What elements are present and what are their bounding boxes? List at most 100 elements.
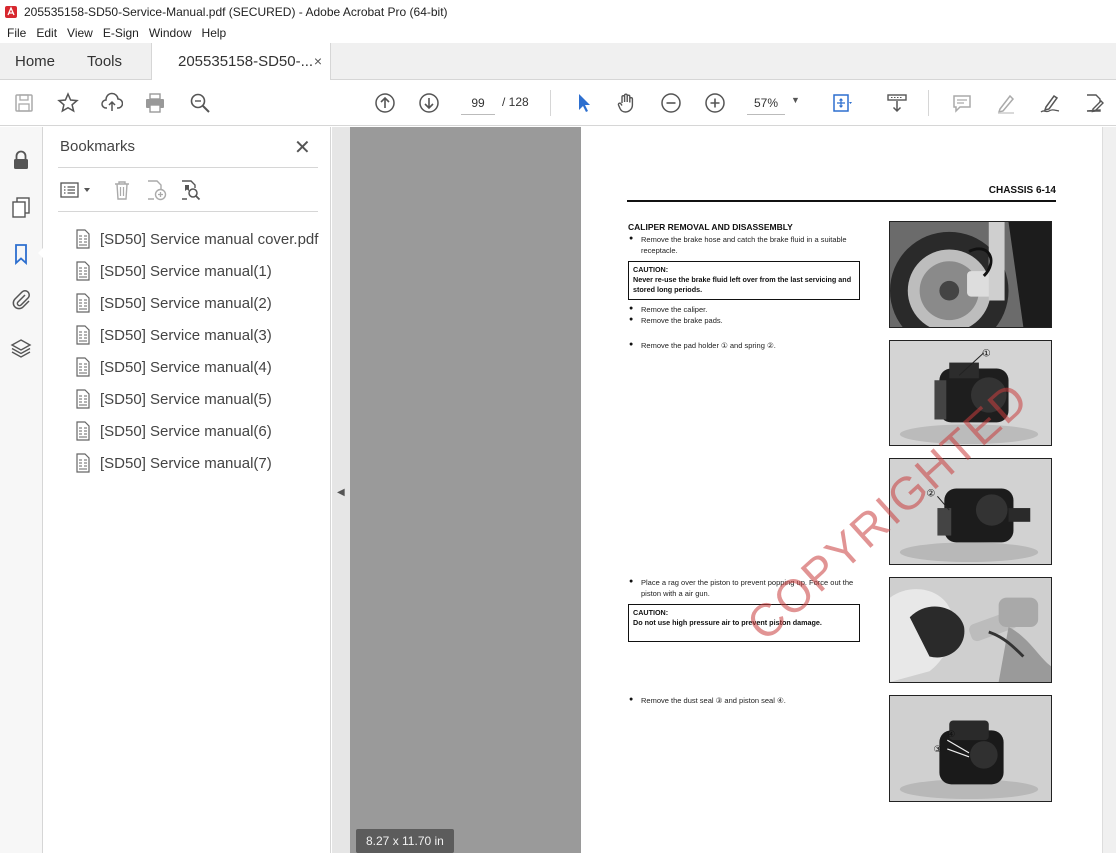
collapse-arrow-icon[interactable]: ◀	[337, 487, 345, 498]
bookmark-item[interactable]: [SD50] Service manual(5)	[74, 383, 318, 415]
attachment-icon[interactable]	[10, 289, 32, 311]
panel-collapse-handle[interactable]: ◀	[332, 127, 350, 853]
panel-divider	[58, 211, 318, 212]
step-text: Remove the brake pads.	[641, 316, 723, 325]
page-down-icon[interactable]	[417, 91, 441, 115]
select-cursor-icon[interactable]	[572, 91, 596, 115]
tab-document-label: 205535158-SD50-...	[178, 53, 314, 70]
step-text: Remove the dust seal ③ and piston seal ④…	[641, 696, 786, 705]
vertical-scrollbar[interactable]	[1102, 127, 1116, 853]
zoom-out-icon[interactable]	[659, 91, 683, 115]
bookmarks-panel: Bookmarks ✕ [SD50] Service manual cover.…	[44, 127, 331, 853]
document-bookmark-icon	[76, 389, 90, 409]
tab-document[interactable]: 205535158-SD50-... ×	[151, 43, 331, 81]
tab-tools[interactable]: Tools	[87, 43, 122, 80]
pages-icon[interactable]	[10, 196, 32, 218]
bookmark-item[interactable]: [SD50] Service manual(3)	[74, 319, 318, 351]
bookmark-item[interactable]: [SD50] Service manual(6)	[74, 415, 318, 447]
left-navigation-rail	[0, 127, 44, 853]
toolbar-divider	[550, 90, 551, 116]
new-bookmark-icon[interactable]	[144, 178, 168, 202]
hand-icon[interactable]	[615, 91, 639, 115]
page-number-input[interactable]	[461, 91, 495, 115]
document-bookmark-icon	[76, 293, 90, 313]
menu-view[interactable]: View	[62, 23, 98, 43]
window-title: 205535158-SD50-Service-Manual.pdf (SECUR…	[24, 4, 448, 19]
bookmark-item[interactable]: [SD50] Service manual(7)	[74, 447, 318, 479]
bookmark-item[interactable]: [SD50] Service manual cover.pdf	[74, 223, 318, 255]
scroll-mode-icon[interactable]	[885, 91, 909, 115]
menu-esign[interactable]: E-Sign	[98, 23, 144, 43]
document-viewer[interactable]: CHASSIS 6-14 CALIPER REMOVAL AND DISASSE…	[350, 127, 1102, 853]
document-bookmark-icon	[76, 325, 90, 345]
page-up-icon[interactable]	[373, 91, 397, 115]
page-header: CHASSIS 6-14	[988, 185, 1056, 196]
comment-icon[interactable]	[950, 91, 974, 115]
title-bar: 205535158-SD50-Service-Manual.pdf (SECUR…	[0, 0, 1116, 23]
save-icon[interactable]	[12, 91, 36, 115]
toolbar-divider	[928, 90, 929, 116]
bookmark-label: [SD50] Service manual(3)	[100, 326, 272, 344]
menu-help[interactable]: Help	[197, 23, 232, 43]
document-bookmark-icon	[76, 421, 90, 441]
lock-icon[interactable]	[10, 149, 32, 171]
callout-3: ③	[933, 745, 941, 755]
step-text: Remove the caliper.	[641, 305, 708, 314]
layers-icon[interactable]	[10, 337, 32, 359]
acrobat-icon	[4, 5, 18, 19]
tab-bar: Home Tools 205535158-SD50-... ×	[0, 43, 1116, 81]
tab-close-button[interactable]: ×	[314, 43, 322, 80]
zoom-level-input[interactable]	[747, 91, 785, 115]
delete-bookmark-icon[interactable]	[110, 178, 134, 202]
bullet: ●	[629, 316, 634, 323]
callout-1: ①	[982, 349, 991, 360]
document-bookmark-icon	[76, 357, 90, 377]
step-text: Remove the brake hose and catch the brak…	[641, 235, 847, 255]
pdf-page: CHASSIS 6-14 CALIPER REMOVAL AND DISASSE…	[581, 127, 1102, 853]
upload-icon[interactable]	[100, 91, 124, 115]
zoom-dropdown-icon[interactable]: ▼	[791, 95, 800, 105]
close-icon[interactable]: ✕	[294, 135, 311, 160]
bookmark-icon[interactable]	[10, 243, 32, 265]
print-icon[interactable]	[143, 91, 167, 115]
caution-label: CAUTION:	[633, 265, 669, 274]
menu-bar: File Edit View E-Sign Window Help	[0, 23, 1116, 43]
bullet: ●	[629, 341, 634, 348]
panel-divider	[58, 167, 318, 168]
menu-window[interactable]: Window	[144, 23, 197, 43]
page-total: / 128	[502, 95, 529, 109]
fit-page-icon[interactable]	[830, 91, 854, 115]
brake-wheel-photo	[889, 221, 1052, 328]
bookmark-item[interactable]: [SD50] Service manual(1)	[74, 255, 318, 287]
star-icon[interactable]	[56, 91, 80, 115]
menu-file[interactable]: File	[2, 23, 31, 43]
search-bookmark-icon[interactable]	[178, 178, 202, 202]
sign-icon[interactable]	[1038, 91, 1062, 115]
menu-edit[interactable]: Edit	[31, 23, 62, 43]
page-size-indicator: 8.27 x 11.70 in	[356, 829, 454, 853]
bookmark-label: [SD50] Service manual(5)	[100, 390, 272, 408]
section-title: CALIPER REMOVAL AND DISASSEMBLY	[628, 222, 793, 232]
callout-4: ④	[947, 730, 955, 740]
edit-icon[interactable]	[1082, 91, 1106, 115]
piston-seal-photo: ④③	[889, 695, 1052, 802]
bookmark-item[interactable]: [SD50] Service manual(4)	[74, 351, 318, 383]
zoom-in-icon[interactable]	[703, 91, 727, 115]
document-bookmark-icon	[76, 261, 90, 281]
highlight-icon[interactable]	[994, 91, 1018, 115]
bookmark-options-button[interactable]	[59, 178, 95, 202]
air-gun-photo	[889, 577, 1052, 683]
bullet: ●	[629, 696, 634, 703]
bullet: ●	[629, 578, 634, 585]
tab-home[interactable]: Home	[15, 43, 55, 80]
bookmark-label: [SD50] Service manual cover.pdf	[100, 230, 319, 248]
header-rule	[627, 200, 1056, 202]
document-bookmark-icon	[76, 453, 90, 473]
bookmark-item[interactable]: [SD50] Service manual(2)	[74, 287, 318, 319]
bookmarks-title: Bookmarks	[60, 138, 136, 155]
caution-box: CAUTION: Never re-use the brake fluid le…	[628, 261, 860, 300]
bullet: ●	[629, 305, 634, 312]
step-text: Remove the pad holder ① and spring ②.	[641, 341, 776, 350]
bookmark-label: [SD50] Service manual(6)	[100, 422, 272, 440]
zoom-search-icon[interactable]	[188, 91, 212, 115]
